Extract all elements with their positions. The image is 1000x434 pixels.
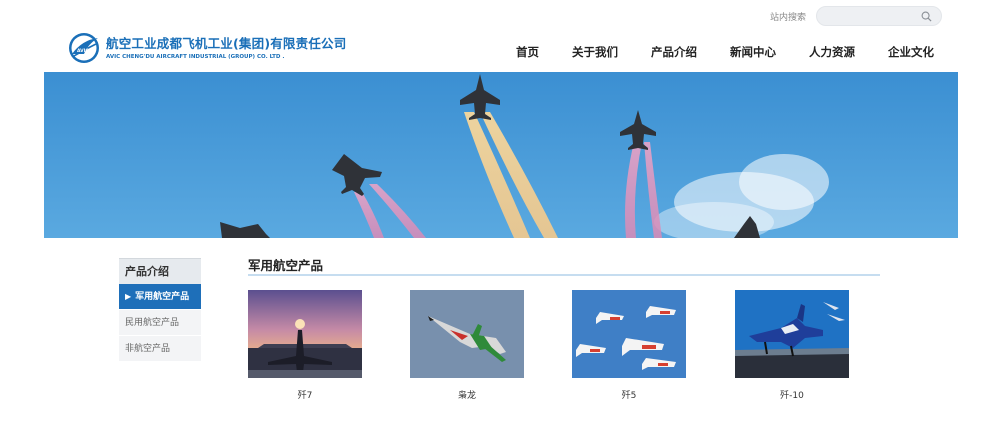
product-card-fc1[interactable]: 枭龙: [410, 290, 524, 401]
section-divider: [248, 274, 880, 276]
site-search: 站内搜索: [770, 6, 943, 29]
logo-text: 航空工业成都飞机工业(集团)有限责任公司 AVIC CHENG'DU AIRCR…: [106, 36, 346, 61]
banner-jets-image: [44, 72, 958, 238]
product-caption[interactable]: 歼-10: [735, 388, 849, 401]
nav-item-hr[interactable]: 人力资源: [809, 44, 855, 60]
product-card-j7[interactable]: 歼7: [248, 290, 362, 401]
product-thumbnail[interactable]: [735, 290, 849, 378]
nav-item-news[interactable]: 新闻中心: [730, 44, 776, 60]
logo-company-name-en: AVIC CHENG'DU AIRCRAFT INDUSTRIAL (GROUP…: [106, 53, 285, 60]
sidebar-item-label: 非航空产品: [125, 344, 171, 354]
nav-item-about[interactable]: 关于我们: [572, 44, 618, 60]
product-sidebar: 产品介绍 ▶ 军用航空产品 民用航空产品 非航空产品: [119, 258, 201, 362]
product-card-j10[interactable]: 歼-10: [735, 290, 849, 401]
logo-company-name-cn: 航空工业成都飞机工业(集团)有限责任公司: [106, 35, 347, 51]
product-thumbnail[interactable]: [410, 290, 524, 378]
nav-item-culture[interactable]: 企业文化: [888, 44, 934, 60]
sidebar-title: 产品介绍: [119, 258, 201, 284]
main-nav: 首页 关于我们 产品介绍 新闻中心 人力资源 企业文化: [516, 44, 967, 60]
sidebar-item-non-aviation[interactable]: 非航空产品: [119, 336, 201, 362]
product-thumbnail[interactable]: [248, 290, 362, 378]
sidebar-item-civil[interactable]: 民用航空产品: [119, 310, 201, 336]
nav-item-home[interactable]: 首页: [516, 44, 539, 60]
search-box[interactable]: [816, 6, 943, 29]
hero-banner: [44, 72, 958, 238]
product-caption[interactable]: 歼7: [248, 388, 362, 401]
product-card-j5[interactable]: 歼5: [572, 290, 686, 401]
product-thumbnail[interactable]: [572, 290, 686, 378]
triangle-right-icon: ▶: [125, 292, 132, 301]
sidebar-item-label: 民用航空产品: [125, 318, 180, 328]
company-logo[interactable]: AVIC 航空工业成都飞机工业(集团)有限责任公司 AVIC CHENG'DU …: [68, 32, 346, 64]
section-title: 军用航空产品: [248, 258, 324, 273]
product-caption[interactable]: 歼5: [572, 388, 686, 401]
search-icon[interactable]: [921, 11, 932, 22]
product-caption[interactable]: 枭龙: [410, 388, 524, 401]
sidebar-item-military[interactable]: ▶ 军用航空产品: [119, 284, 201, 310]
nav-item-products[interactable]: 产品介绍: [651, 44, 697, 60]
sidebar-item-label: 军用航空产品: [135, 292, 190, 302]
avic-logo-icon: AVIC: [69, 33, 99, 63]
search-label: 站内搜索: [770, 12, 807, 23]
logo-badge-text: AVIC: [77, 48, 89, 54]
